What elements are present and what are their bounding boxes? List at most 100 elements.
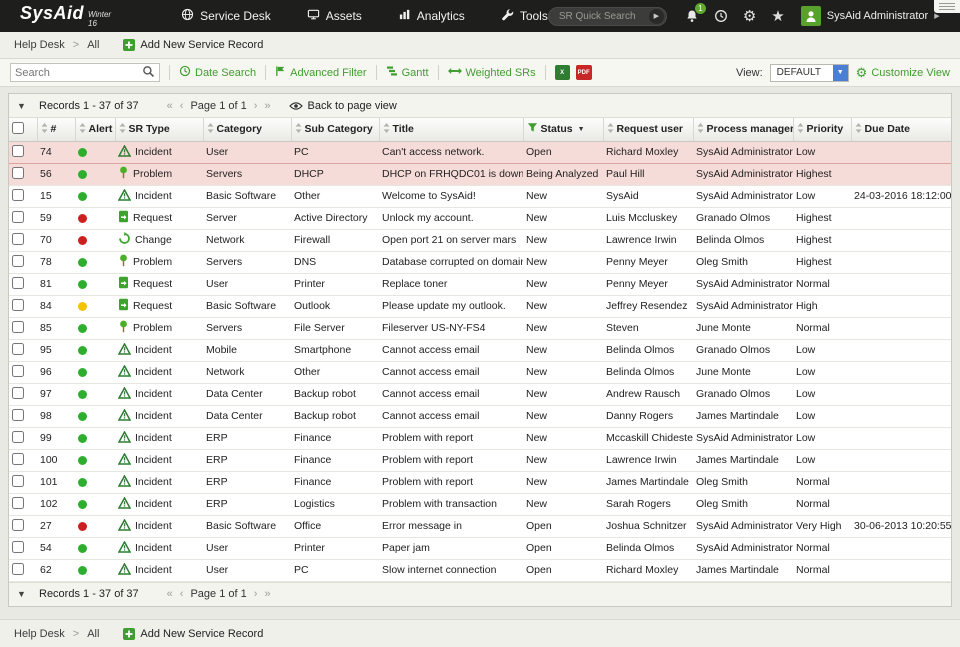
column-header-status[interactable]: Status▼ bbox=[523, 118, 603, 141]
sr-row-97[interactable]: 97IncidentData CenterBackup robotCannot … bbox=[9, 383, 951, 405]
title-cell[interactable]: Replace toner bbox=[379, 273, 523, 295]
title-cell[interactable]: Unlock my account. bbox=[379, 207, 523, 229]
sort-icon[interactable] bbox=[697, 123, 704, 136]
sr-row-84[interactable]: 84RequestBasic SoftwareOutlookPlease upd… bbox=[9, 295, 951, 317]
column-header-priority[interactable]: Priority bbox=[793, 118, 851, 141]
breadcrumb-help-desk[interactable]: Help Desk bbox=[14, 39, 65, 51]
sr-row-59[interactable]: 59RequestServerActive DirectoryUnlock my… bbox=[9, 207, 951, 229]
sr-row-70[interactable]: 70ChangeNetworkFirewallOpen port 21 on s… bbox=[9, 229, 951, 251]
advanced-filter-button[interactable]: Advanced Filter bbox=[275, 65, 366, 80]
column-header-sub-category[interactable]: Sub Category bbox=[291, 118, 379, 141]
status-filter-caret-icon[interactable]: ▼ bbox=[578, 126, 585, 133]
status-filter-funnel-icon[interactable] bbox=[527, 122, 538, 136]
sysaid-logo[interactable]: SysAid Winter 16 bbox=[20, 3, 111, 30]
row-checkbox[interactable] bbox=[12, 475, 24, 487]
row-checkbox[interactable] bbox=[12, 431, 24, 443]
title-cell[interactable]: Paper jam bbox=[379, 537, 523, 559]
sr-row-15[interactable]: 15IncidentBasic SoftwareOtherWelcome to … bbox=[9, 185, 951, 207]
add-new-service-record-button[interactable]: Add New Service Record bbox=[123, 628, 263, 640]
title-cell[interactable]: Cannot access email bbox=[379, 361, 523, 383]
title-cell[interactable]: Error message in bbox=[379, 515, 523, 537]
column-header-process-manager[interactable]: Process manager bbox=[693, 118, 793, 141]
favorites-star-icon[interactable]: ★ bbox=[771, 9, 784, 24]
sort-icon[interactable] bbox=[855, 123, 862, 136]
sr-row-102[interactable]: 102IncidentERPLogisticsProblem with tran… bbox=[9, 493, 951, 515]
view-select-dropdown[interactable]: DEFAULT ▼ bbox=[770, 64, 849, 82]
breadcrumb-all[interactable]: All bbox=[87, 39, 99, 51]
back-to-page-view-button[interactable]: Back to page view bbox=[289, 100, 397, 112]
row-checkbox[interactable] bbox=[12, 563, 24, 575]
column-header-sr-type[interactable]: SR Type bbox=[115, 118, 203, 141]
row-checkbox[interactable] bbox=[12, 387, 24, 399]
list-search-input[interactable] bbox=[15, 67, 142, 79]
row-checkbox[interactable] bbox=[12, 167, 24, 179]
pdf-export-icon[interactable]: PDF bbox=[576, 65, 592, 80]
date-search-button[interactable]: Date Search bbox=[179, 65, 256, 80]
gantt-button[interactable]: Gantt bbox=[386, 65, 429, 80]
row-checkbox[interactable] bbox=[12, 277, 24, 289]
sr-quick-search-input[interactable] bbox=[559, 11, 649, 22]
row-checkbox[interactable] bbox=[12, 211, 24, 223]
row-checkbox[interactable] bbox=[12, 145, 24, 157]
title-cell[interactable]: Problem with report bbox=[379, 449, 523, 471]
sr-row-99[interactable]: 99IncidentERPFinanceProblem with reportN… bbox=[9, 427, 951, 449]
sr-row-54[interactable]: 54IncidentUserPrinterPaper jamOpenBelind… bbox=[9, 537, 951, 559]
next-page-button[interactable]: › bbox=[254, 588, 258, 600]
first-page-button[interactable]: « bbox=[167, 588, 173, 600]
title-cell[interactable]: Open port 21 on server mars bbox=[379, 229, 523, 251]
row-checkbox[interactable] bbox=[12, 541, 24, 553]
column-header-number[interactable]: # bbox=[37, 118, 75, 141]
nav-tools[interactable]: Tools bbox=[501, 8, 548, 24]
title-cell[interactable]: DHCP on FRHQDC01 is down bbox=[379, 163, 523, 185]
add-new-service-record-button[interactable]: Add New Service Record bbox=[123, 39, 263, 51]
title-cell[interactable]: Slow internet connection bbox=[379, 559, 523, 581]
last-page-button[interactable]: » bbox=[264, 588, 270, 600]
quick-search-go-icon[interactable]: ▶ bbox=[649, 9, 664, 24]
title-cell[interactable]: Welcome to SysAid! bbox=[379, 185, 523, 207]
sr-row-96[interactable]: 96IncidentNetworkOtherCannot access emai… bbox=[9, 361, 951, 383]
notifications-bell-icon[interactable]: 1 bbox=[685, 9, 699, 23]
row-checkbox[interactable] bbox=[12, 189, 24, 201]
sr-row-101[interactable]: 101IncidentERPFinanceProblem with report… bbox=[9, 471, 951, 493]
sr-row-81[interactable]: 81RequestUserPrinterReplace tonerNewPenn… bbox=[9, 273, 951, 295]
sort-icon[interactable] bbox=[797, 123, 804, 136]
title-cell[interactable]: Problem with report bbox=[379, 471, 523, 493]
excel-export-icon[interactable]: X bbox=[555, 65, 570, 80]
sort-icon[interactable] bbox=[295, 123, 302, 136]
list-search-box[interactable] bbox=[10, 63, 160, 82]
row-checkbox[interactable] bbox=[12, 365, 24, 377]
row-checkbox[interactable] bbox=[12, 299, 24, 311]
row-checkbox[interactable] bbox=[12, 497, 24, 509]
title-cell[interactable]: Problem with report bbox=[379, 427, 523, 449]
title-cell[interactable]: Can't access network. bbox=[379, 141, 523, 163]
sort-icon[interactable] bbox=[119, 123, 126, 136]
breadcrumb-all[interactable]: All bbox=[87, 628, 99, 640]
collapse-toggle-icon[interactable]: ▼ bbox=[17, 101, 39, 111]
title-cell[interactable]: Cannot access email bbox=[379, 339, 523, 361]
select-all-checkbox[interactable] bbox=[12, 122, 24, 134]
title-cell[interactable]: Fileserver US-NY-FS4 bbox=[379, 317, 523, 339]
weighted-srs-button[interactable]: Weighted SRs bbox=[448, 66, 536, 79]
sr-row-27[interactable]: 27IncidentBasic SoftwareOfficeError mess… bbox=[9, 515, 951, 537]
sr-row-56[interactable]: 56ProblemServersDHCPDHCP on FRHQDC01 is … bbox=[9, 163, 951, 185]
sr-row-95[interactable]: 95IncidentMobileSmartphoneCannot access … bbox=[9, 339, 951, 361]
settings-gear-icon[interactable]: ⚙ bbox=[743, 9, 756, 24]
sort-icon[interactable] bbox=[207, 123, 214, 136]
row-checkbox[interactable] bbox=[12, 409, 24, 421]
column-header-alert[interactable]: Alert bbox=[75, 118, 115, 141]
row-checkbox[interactable] bbox=[12, 453, 24, 465]
sr-row-100[interactable]: 100IncidentERPFinanceProblem with report… bbox=[9, 449, 951, 471]
sr-row-85[interactable]: 85ProblemServersFile ServerFileserver US… bbox=[9, 317, 951, 339]
title-cell[interactable]: Cannot access email bbox=[379, 405, 523, 427]
sort-icon[interactable] bbox=[41, 123, 48, 136]
title-cell[interactable]: Database corrupted on domain bbox=[379, 251, 523, 273]
view-dropdown-arrow-icon[interactable]: ▼ bbox=[833, 65, 848, 81]
nav-assets[interactable]: Assets bbox=[307, 8, 362, 24]
sr-row-62[interactable]: 62IncidentUserPCSlow internet connection… bbox=[9, 559, 951, 581]
nav-service-desk[interactable]: Service Desk bbox=[181, 8, 271, 24]
column-header-category[interactable]: Category bbox=[203, 118, 291, 141]
title-cell[interactable]: Problem with transaction bbox=[379, 493, 523, 515]
first-page-button[interactable]: « bbox=[167, 100, 173, 112]
prev-page-button[interactable]: ‹ bbox=[180, 588, 184, 600]
column-header-title[interactable]: Title bbox=[379, 118, 523, 141]
